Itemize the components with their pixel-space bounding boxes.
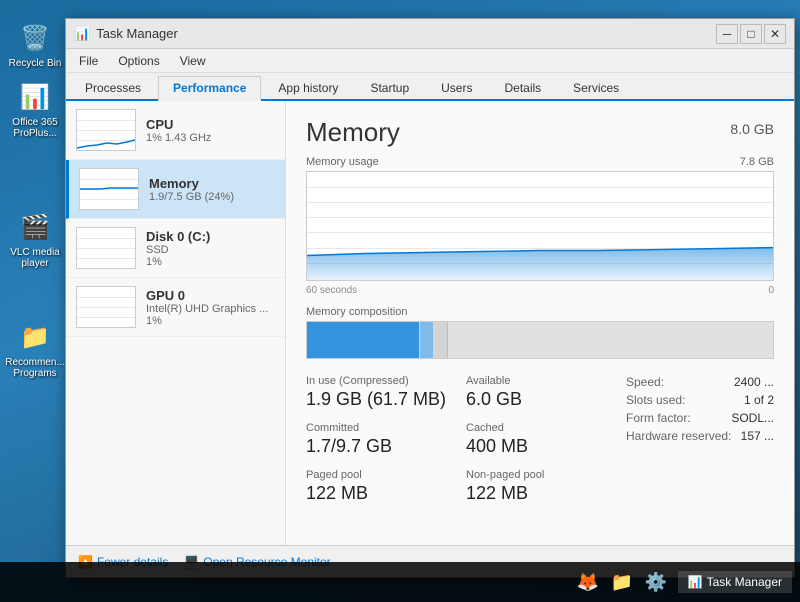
folder-icon[interactable]: 📁 bbox=[608, 568, 636, 596]
committed-value: 1.7/9.7 GB bbox=[306, 436, 454, 457]
sidebar-item-cpu[interactable]: CPU 1% 1.43 GHz bbox=[66, 101, 285, 160]
taskmanager-taskbar-icon: 📊 bbox=[688, 575, 703, 589]
stats-col3: Speed: 2400 ... Slots used: 1 of 2 Form … bbox=[626, 375, 774, 504]
slots-value: 1 of 2 bbox=[744, 393, 774, 407]
speed-value: 2400 ... bbox=[734, 375, 774, 389]
disk-type: SSD bbox=[146, 244, 275, 256]
non-paged-value: 122 MB bbox=[466, 483, 614, 504]
comp-modified bbox=[419, 322, 433, 358]
window-icon: 📊 bbox=[74, 26, 90, 42]
speed-label: Speed: bbox=[626, 375, 664, 389]
menu-file[interactable]: File bbox=[70, 51, 107, 71]
cpu-thumb bbox=[76, 109, 136, 151]
memory-detail: 1.9/7.5 GB (24%) bbox=[149, 191, 275, 203]
in-use-value: 1.9 GB (61.7 MB) bbox=[306, 389, 454, 410]
gpu-thumb bbox=[76, 286, 136, 328]
content-header: Memory 8.0 GB bbox=[306, 117, 774, 148]
recycle-bin-label: Recycle Bin bbox=[9, 58, 62, 69]
firefox-icon[interactable]: 🦊 bbox=[574, 568, 602, 596]
main-content: CPU 1% 1.43 GHz bbox=[66, 101, 794, 545]
menu-view[interactable]: View bbox=[171, 51, 215, 71]
sidebar-item-memory[interactable]: Memory 1.9/7.5 GB (24%) bbox=[66, 160, 285, 219]
office365-icon[interactable]: 📊 Office 365 ProPlus... bbox=[5, 79, 65, 139]
memory-thumb bbox=[79, 168, 139, 210]
committed-label: Committed bbox=[306, 422, 454, 434]
programs-label: Recommen... Programs bbox=[5, 357, 65, 379]
cpu-detail: 1% 1.43 GHz bbox=[146, 132, 275, 144]
sidebar: CPU 1% 1.43 GHz bbox=[66, 101, 286, 545]
taskmanager-window: 📊 Task Manager ─ □ ✕ File Options View P… bbox=[65, 18, 795, 578]
tab-users[interactable]: Users bbox=[426, 76, 487, 99]
disk-percent: 1% bbox=[146, 256, 275, 268]
paged-pool-value: 122 MB bbox=[306, 483, 454, 504]
available-value: 6.0 GB bbox=[466, 389, 614, 410]
in-use-label: In use (Compressed) bbox=[306, 375, 454, 387]
comp-in-use bbox=[307, 322, 419, 358]
stats-col2: Available 6.0 GB Cached 400 MB Non-paged… bbox=[466, 375, 614, 504]
composition-label: Memory composition bbox=[306, 306, 774, 318]
cpu-name: CPU bbox=[146, 117, 275, 132]
tab-startup[interactable]: Startup bbox=[355, 76, 424, 99]
disk-thumb bbox=[76, 227, 136, 269]
cached-label: Cached bbox=[466, 422, 614, 434]
recycle-bin-icon[interactable]: 🗑️ Recycle Bin bbox=[5, 20, 65, 69]
gpu-name: GPU 0 bbox=[146, 288, 275, 303]
hw-reserved-label: Hardware reserved: bbox=[626, 429, 731, 443]
vlc-icon[interactable]: 🎬 VLC media player bbox=[5, 209, 65, 269]
window-title: Task Manager bbox=[96, 26, 178, 41]
chart-time-labels: 60 seconds 0 bbox=[306, 285, 774, 296]
time-right: 0 bbox=[768, 285, 774, 296]
tab-processes[interactable]: Processes bbox=[70, 76, 156, 99]
taskmanager-taskbar-label: Task Manager bbox=[707, 575, 782, 589]
hw-reserved-value: 157 ... bbox=[741, 429, 774, 443]
time-left: 60 seconds bbox=[306, 285, 357, 296]
close-button[interactable]: ✕ bbox=[764, 24, 786, 44]
content-pane: Memory 8.0 GB Memory usage 7.8 GB bbox=[286, 101, 794, 545]
memory-name: Memory bbox=[149, 176, 275, 191]
tab-services[interactable]: Services bbox=[558, 76, 634, 99]
tab-details[interactable]: Details bbox=[489, 76, 556, 99]
gpu-percent: 1% bbox=[146, 315, 275, 327]
sidebar-item-gpu[interactable]: GPU 0 Intel(R) UHD Graphics ... 1% bbox=[66, 278, 285, 337]
tab-performance[interactable]: Performance bbox=[158, 76, 261, 101]
form-factor-label: Form factor: bbox=[626, 411, 691, 425]
tab-apphistory[interactable]: App history bbox=[263, 76, 353, 99]
chart-label: Memory usage 7.8 GB bbox=[306, 156, 774, 168]
sidebar-item-disk[interactable]: Disk 0 (C:) SSD 1% bbox=[66, 219, 285, 278]
maximize-button[interactable]: □ bbox=[740, 24, 762, 44]
desktop-icons: 🗑️ Recycle Bin 📊 Office 365 ProPlus... 🎬… bbox=[5, 20, 65, 379]
content-title: Memory bbox=[306, 117, 400, 148]
form-factor-value: SODL... bbox=[731, 411, 774, 425]
chart-max-label: 7.8 GB bbox=[740, 156, 774, 168]
gpu-model: Intel(R) UHD Graphics ... bbox=[146, 303, 275, 315]
memory-usage-chart bbox=[306, 171, 774, 281]
menu-options[interactable]: Options bbox=[109, 51, 168, 71]
desktop: 🗑️ Recycle Bin 📊 Office 365 ProPlus... 🎬… bbox=[0, 0, 800, 602]
tabs-bar: Processes Performance App history Startu… bbox=[66, 73, 794, 101]
stats-col1: In use (Compressed) 1.9 GB (61.7 MB) Com… bbox=[306, 375, 454, 504]
settings-icon[interactable]: ⚙️ bbox=[642, 568, 670, 596]
comp-standby bbox=[433, 322, 447, 358]
minimize-button[interactable]: ─ bbox=[716, 24, 738, 44]
taskbar-icons: 🦊 📁 ⚙️ bbox=[574, 568, 670, 596]
non-paged-label: Non-paged pool bbox=[466, 469, 614, 481]
vlc-label: VLC media player bbox=[5, 247, 65, 269]
disk-name: Disk 0 (C:) bbox=[146, 229, 275, 244]
composition-bar bbox=[306, 321, 774, 359]
menu-bar: File Options View bbox=[66, 49, 794, 73]
content-total: 8.0 GB bbox=[730, 121, 774, 137]
slots-label: Slots used: bbox=[626, 393, 685, 407]
comp-free bbox=[447, 322, 773, 358]
paged-pool-label: Paged pool bbox=[306, 469, 454, 481]
programs-icon[interactable]: 📁 Recommen... Programs bbox=[5, 319, 65, 379]
taskmanager-taskbar-button[interactable]: 📊 Task Manager bbox=[678, 571, 792, 593]
office365-label: Office 365 ProPlus... bbox=[5, 117, 65, 139]
taskbar: 🦊 📁 ⚙️ 📊 Task Manager bbox=[0, 562, 800, 602]
title-bar: 📊 Task Manager ─ □ ✕ bbox=[66, 19, 794, 49]
cached-value: 400 MB bbox=[466, 436, 614, 457]
available-label: Available bbox=[466, 375, 614, 387]
